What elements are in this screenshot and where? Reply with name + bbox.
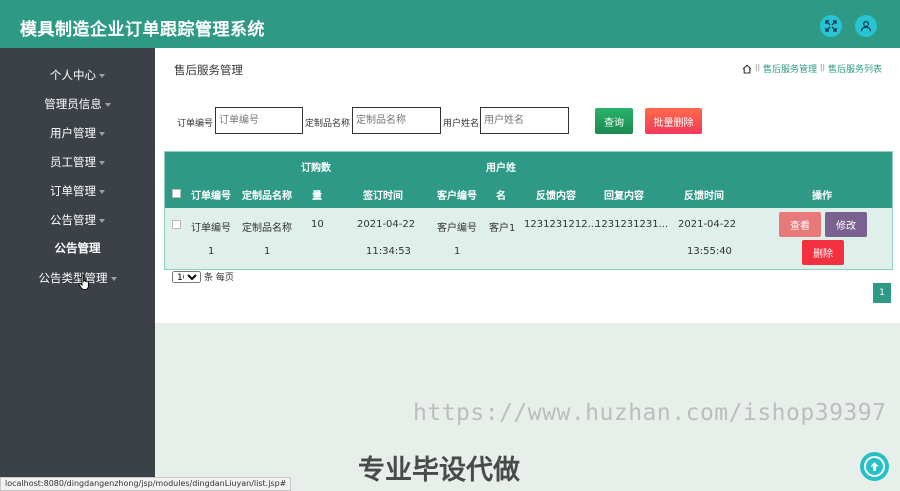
cell-sign-date: 2021-04-22 <box>357 219 416 230</box>
sidebar-item-users[interactable]: 用户管理 <box>0 125 155 141</box>
watermark-url: https://www.huzhan.com/ishop39397 <box>413 400 887 426</box>
select-all-checkbox[interactable] <box>172 189 181 198</box>
caret-down-icon <box>99 218 105 223</box>
cell-order-no: 订单编号 <box>191 223 231 234</box>
table-row: 订单编号 1 定制品名称 1 10 2021-04-22 11:34:53 客户… <box>165 208 892 269</box>
caret-down-icon <box>99 189 105 194</box>
sidebar-item-profile[interactable]: 个人中心 <box>0 67 155 83</box>
sidebar-item-label: 员工管理 <box>50 155 96 169</box>
sidebar-item-admins[interactable]: 管理员信息 <box>0 96 155 112</box>
caret-down-icon <box>104 102 111 107</box>
column-header-quantity-cont: 量 <box>312 191 322 202</box>
delete-button[interactable]: 删除 <box>802 240 844 265</box>
column-header-product: 定制品名称 <box>242 191 292 202</box>
edit-button[interactable]: 修改 <box>825 212 867 237</box>
column-header-username-cont: 名 <box>496 191 506 202</box>
column-header-quantity: 订购数 <box>301 163 331 174</box>
cell-feedback: 1231231212... <box>524 219 598 230</box>
watermark-text: 专业毕设代做 <box>358 455 520 486</box>
breadcrumb-item[interactable]: 售后服务列表 <box>828 62 882 75</box>
order-no-label: 订单编号 <box>177 119 214 129</box>
product-name-label: 定制品名称 <box>305 119 351 129</box>
sidebar-item-notices[interactable]: 公告管理 <box>0 212 155 228</box>
sidebar-item-label: 个人中心 <box>50 68 96 82</box>
username-label: 用户姓名 <box>443 119 480 129</box>
column-header-actions: 操作 <box>812 191 832 202</box>
batch-delete-button[interactable]: 批量删除 <box>645 108 702 134</box>
cell-feedback-time: 13:55:40 <box>687 246 732 257</box>
column-header-order-no: 订单编号 <box>191 191 231 202</box>
back-to-top-button[interactable] <box>860 452 889 481</box>
breadcrumb-item[interactable]: 售后服务管理 <box>763 62 817 75</box>
sidebar-item-label: 公告管理 <box>54 241 101 255</box>
user-icon[interactable] <box>855 15 877 37</box>
hand-cursor-icon <box>78 274 89 290</box>
top-bar: 模具制造企业订单跟踪管理系统 <box>0 0 900 48</box>
page-size-select[interactable]: 10 <box>172 270 201 283</box>
page-size-control: 10 条 每页 <box>172 270 234 283</box>
column-header-customer-no: 客户编号 <box>437 191 477 202</box>
column-header-reply: 回复内容 <box>604 191 644 202</box>
app-title: 模具制造企业订单跟踪管理系统 <box>20 20 265 40</box>
product-name-input[interactable] <box>352 107 441 134</box>
page-size-label: 条 每页 <box>204 273 234 283</box>
caret-down-icon <box>99 160 105 165</box>
username-input[interactable] <box>480 107 569 134</box>
sidebar-item-orders[interactable]: 订单管理 <box>0 183 155 199</box>
cell-product: 定制品名称 <box>242 223 292 234</box>
caret-down-icon <box>110 276 117 281</box>
sidebar-item-label: 用户管理 <box>50 126 96 140</box>
cell-feedback-date: 2021-04-22 <box>678 219 737 230</box>
status-bar-url: localhost:8080/dingdangenzhong/jsp/modul… <box>0 477 292 491</box>
breadcrumb-separator: ll <box>754 63 760 74</box>
breadcrumb-separator: ll <box>819 63 825 74</box>
column-header-sign-time: 签订时间 <box>363 191 403 202</box>
view-button[interactable]: 查看 <box>779 212 821 237</box>
column-header-feedback: 反馈内容 <box>536 191 576 202</box>
sidebar-item-label: 公告类型管理 <box>38 271 108 285</box>
caret-down-icon <box>99 73 105 78</box>
cell-customer-no-cont: 1 <box>454 246 461 257</box>
fullscreen-icon[interactable] <box>820 15 842 37</box>
column-header-feedback-time: 反馈时间 <box>684 191 724 202</box>
sidebar-item-label: 公告管理 <box>50 213 96 227</box>
sidebar-item-staff[interactable]: 员工管理 <box>0 154 155 170</box>
table-header: 订单编号 定制品名称 订购数 量 签订时间 客户编号 用户姓 名 反馈内容 回复… <box>165 152 892 208</box>
cell-quantity: 10 <box>311 219 324 230</box>
caret-down-icon <box>99 131 105 136</box>
order-no-input[interactable] <box>215 107 303 134</box>
breadcrumb: ll 售后服务管理 ll 售后服务列表 <box>742 62 882 75</box>
query-button[interactable]: 查询 <box>595 108 633 134</box>
cell-sign-time: 11:34:53 <box>366 246 411 257</box>
data-table: 订单编号 定制品名称 订购数 量 签订时间 客户编号 用户姓 名 反馈内容 回复… <box>164 151 893 270</box>
page-title: 售后服务管理 <box>174 63 243 77</box>
arrow-up-icon <box>864 456 885 477</box>
sidebar-item-label: 管理员信息 <box>44 97 102 111</box>
cell-reply: 1231231231... <box>595 219 669 230</box>
cell-product-cont: 1 <box>264 246 271 257</box>
sidebar-subitem-notices[interactable]: 公告管理 <box>0 240 155 256</box>
sidebar-item-label: 订单管理 <box>50 184 96 198</box>
home-icon[interactable] <box>742 64 752 74</box>
cell-customer-no: 客户编号 <box>437 223 477 234</box>
column-header-username: 用户姓 <box>486 163 516 174</box>
page-button-current[interactable]: 1 <box>873 283 891 303</box>
cell-username: 客户1 <box>489 223 516 234</box>
row-checkbox[interactable] <box>172 220 181 229</box>
cell-order-no-cont: 1 <box>208 246 215 257</box>
